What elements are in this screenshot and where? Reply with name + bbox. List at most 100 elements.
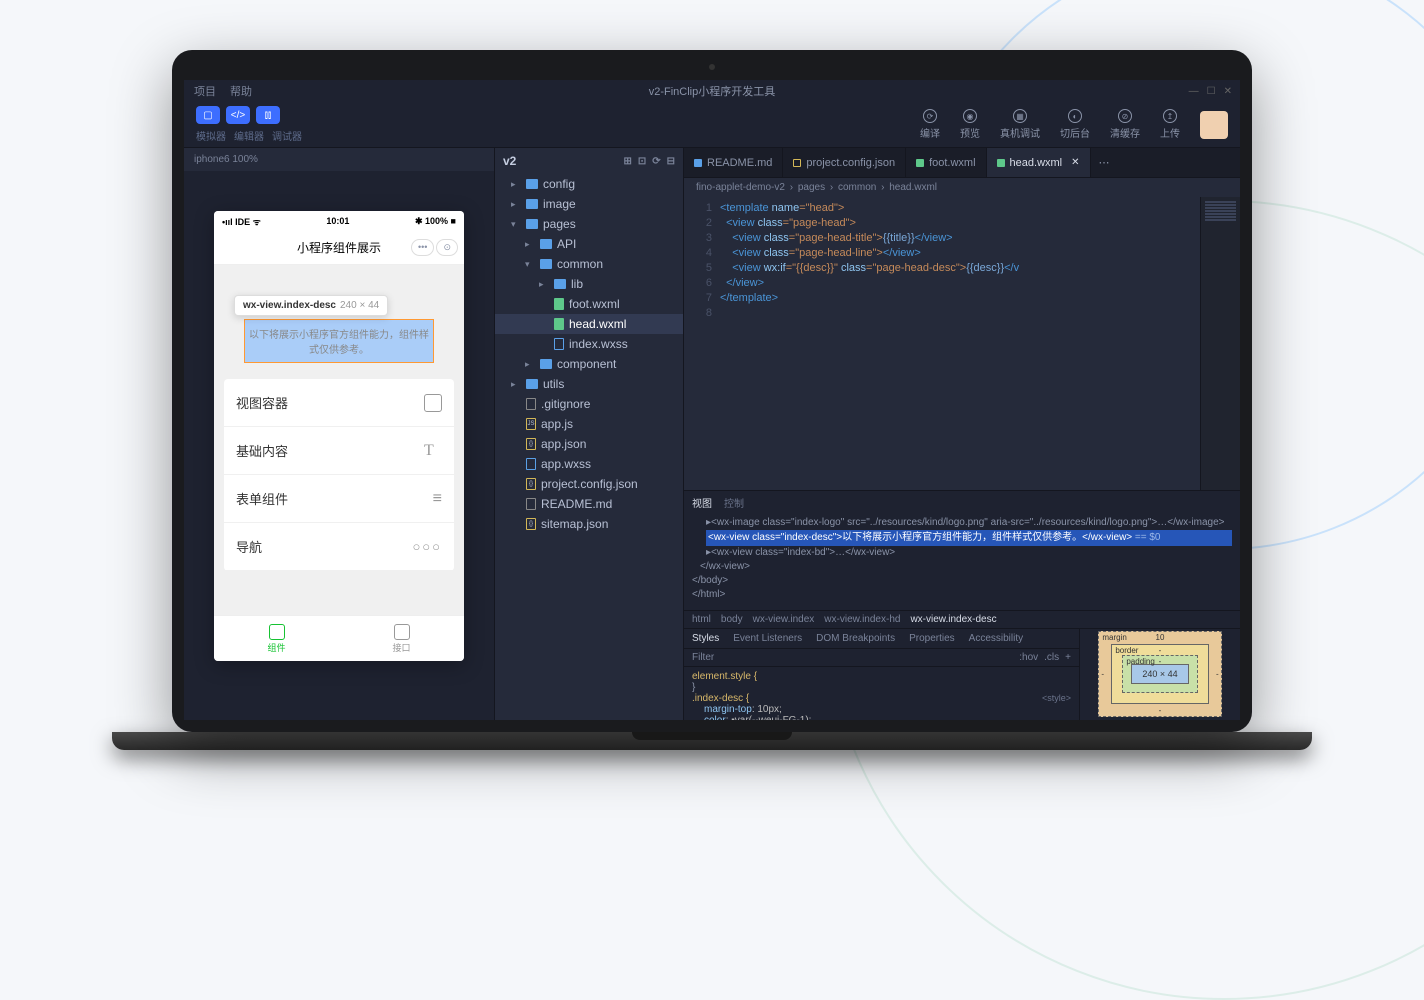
- file-appjson[interactable]: {}app.json: [495, 434, 683, 454]
- file-explorer: v2 ⊞ ⊡ ⟳ ⊟ ▸config ▸image ▾pages ▸API ▾c…: [494, 148, 684, 720]
- js-file-icon: JS: [526, 418, 536, 430]
- editor-tab-strip: README.md project.config.json foot.wxml …: [684, 148, 1240, 178]
- file-icon: [526, 398, 536, 410]
- devtools-tab-console[interactable]: 控制: [724, 495, 744, 510]
- tab-projectconfig[interactable]: project.config.json: [783, 148, 906, 177]
- tab-component[interactable]: 组件: [214, 616, 339, 661]
- remote-debug-button[interactable]: ▦真机调试: [1000, 109, 1040, 140]
- folder-component[interactable]: ▸component: [495, 354, 683, 374]
- device-info[interactable]: iphone6 100%: [184, 148, 494, 171]
- tab-foot[interactable]: foot.wxml: [906, 148, 986, 177]
- new-file-icon[interactable]: ⊞: [623, 156, 631, 167]
- code-content[interactable]: <template name="head"> <view class="page…: [720, 197, 1200, 490]
- compile-button[interactable]: ⟳编译: [920, 109, 940, 140]
- list-item[interactable]: 表单组件≡: [224, 475, 454, 523]
- properties-tab[interactable]: Properties: [909, 633, 955, 644]
- folder-utils[interactable]: ▸utils: [495, 374, 683, 394]
- clear-cache-button[interactable]: ⊘清缓存: [1110, 109, 1140, 140]
- accessibility-tab[interactable]: Accessibility: [969, 633, 1023, 644]
- ide-window: 项目 帮助 v2-FinClip小程序开发工具 — ☐ ✕ ▢ </> ⫾⫾ 模…: [184, 80, 1240, 720]
- tab-api[interactable]: 接口: [339, 616, 464, 661]
- simulator-toggle[interactable]: ▢: [196, 106, 220, 124]
- new-folder-icon[interactable]: ⊡: [638, 156, 646, 167]
- file-appwxss[interactable]: app.wxss: [495, 454, 683, 474]
- md-file-icon: [526, 498, 536, 510]
- editor-toggle[interactable]: </>: [226, 106, 250, 124]
- box-model-content: 240 × 44: [1131, 664, 1188, 684]
- json-file-icon: {}: [526, 518, 536, 530]
- signal-indicator: •ııl IDE ᯤ: [222, 215, 261, 228]
- window-title: v2-FinClip小程序开发工具: [649, 83, 776, 99]
- css-rules[interactable]: element.style { } <style>.index-desc { m…: [684, 667, 1079, 721]
- minimize-icon[interactable]: —: [1189, 86, 1199, 97]
- preview-button[interactable]: ◉预览: [960, 109, 980, 140]
- dom-inspector[interactable]: ▸<wx-image class="index-logo" src="../re…: [684, 514, 1240, 610]
- dom-breakpoints-tab[interactable]: DOM Breakpoints: [816, 633, 895, 644]
- json-file-icon: [793, 159, 801, 167]
- dom-breadcrumb[interactable]: html body wx-view.index wx-view.index-hd…: [684, 610, 1240, 629]
- close-icon[interactable]: ✕: [1224, 86, 1232, 97]
- box-model[interactable]: margin 10 - - - border - padding - 240 ×…: [1080, 629, 1240, 721]
- folder-lib[interactable]: ▸lib: [495, 274, 683, 294]
- file-gitignore[interactable]: .gitignore: [495, 394, 683, 414]
- laptop-mockup: 项目 帮助 v2-FinClip小程序开发工具 — ☐ ✕ ▢ </> ⫾⫾ 模…: [172, 50, 1252, 750]
- user-avatar[interactable]: [1200, 111, 1228, 139]
- folder-icon: [540, 359, 552, 369]
- api-icon: [394, 624, 410, 640]
- maximize-icon[interactable]: ☐: [1207, 86, 1216, 97]
- tab-overflow-icon[interactable]: ⋯: [1091, 148, 1118, 177]
- clock: 10:01: [326, 216, 349, 226]
- more-icon: ○○○: [412, 539, 442, 554]
- json-file-icon: {}: [526, 438, 536, 450]
- menu-help[interactable]: 帮助: [230, 83, 252, 99]
- minimap[interactable]: [1200, 197, 1240, 490]
- file-sitemap[interactable]: {}sitemap.json: [495, 514, 683, 534]
- folder-icon: [526, 199, 538, 209]
- menu-icon: ≡: [433, 490, 442, 508]
- folder-config[interactable]: ▸config: [495, 174, 683, 194]
- hov-toggle[interactable]: :hov: [1019, 652, 1038, 663]
- file-foot-wxml[interactable]: foot.wxml: [495, 294, 683, 314]
- upload-button[interactable]: ↥上传: [1160, 109, 1180, 140]
- folder-image[interactable]: ▸image: [495, 194, 683, 214]
- list-item[interactable]: 基础内容T: [224, 427, 454, 475]
- styles-tab[interactable]: Styles: [692, 633, 719, 644]
- file-readme[interactable]: README.md: [495, 494, 683, 514]
- camera-dot: [709, 64, 715, 70]
- text-icon: T: [424, 442, 442, 460]
- file-head-wxml[interactable]: head.wxml: [495, 314, 683, 334]
- styles-panel: Styles Event Listeners DOM Breakpoints P…: [684, 629, 1080, 721]
- tab-readme[interactable]: README.md: [684, 148, 783, 177]
- cls-toggle[interactable]: .cls: [1044, 652, 1059, 663]
- folder-common[interactable]: ▾common: [495, 254, 683, 274]
- line-gutter: 12345678: [684, 197, 720, 490]
- folder-api[interactable]: ▸API: [495, 234, 683, 254]
- file-projectconfig[interactable]: {}project.config.json: [495, 474, 683, 494]
- new-rule-button[interactable]: +: [1065, 652, 1071, 663]
- list-item[interactable]: 导航○○○: [224, 523, 454, 571]
- tab-head[interactable]: head.wxml✕: [987, 148, 1091, 177]
- file-appjs[interactable]: JSapp.js: [495, 414, 683, 434]
- close-tab-icon[interactable]: ✕: [1071, 157, 1079, 168]
- menu-project[interactable]: 项目: [194, 83, 216, 99]
- folder-icon: [540, 239, 552, 249]
- breadcrumb[interactable]: fino-applet-demo-v2 › pages › common › h…: [684, 178, 1240, 197]
- phone-status-bar: •ııl IDE ᯤ 10:01 ✱ 100% ■: [214, 211, 464, 231]
- battery-indicator: ✱ 100% ■: [415, 216, 456, 227]
- devtools-tab-view[interactable]: 视图: [692, 495, 712, 510]
- json-file-icon: {}: [526, 478, 536, 490]
- event-listeners-tab[interactable]: Event Listeners: [733, 633, 802, 644]
- styles-filter-input[interactable]: Filter: [692, 652, 714, 663]
- page-title: 小程序组件展示: [297, 239, 381, 256]
- refresh-icon[interactable]: ⟳: [652, 156, 660, 167]
- capsule-menu-icon[interactable]: •••: [411, 239, 434, 256]
- collapse-icon[interactable]: ⊟: [667, 156, 675, 167]
- capsule-close-icon[interactable]: ⊙: [436, 239, 458, 256]
- background-button[interactable]: ◐切后台: [1060, 109, 1090, 140]
- explorer-root[interactable]: v2: [503, 154, 516, 168]
- folder-pages[interactable]: ▾pages: [495, 214, 683, 234]
- code-editor[interactable]: 12345678 <template name="head"> <view cl…: [684, 197, 1240, 490]
- file-index-wxss[interactable]: index.wxss: [495, 334, 683, 354]
- list-item[interactable]: 视图容器: [224, 379, 454, 427]
- debugger-toggle[interactable]: ⫾⫾: [256, 106, 280, 124]
